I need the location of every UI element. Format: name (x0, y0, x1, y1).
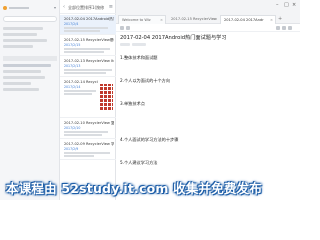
note-paragraph[interactable]: 3.单独技术点 (120, 101, 145, 107)
note-snippet (64, 131, 108, 133)
note-paragraph[interactable]: 4.个人面试的学习方法的十步骤 (120, 137, 178, 143)
sidebar-search-input[interactable] (3, 16, 57, 22)
close-icon[interactable]: × (270, 18, 273, 22)
close-window-icon[interactable]: × (292, 2, 296, 8)
tab-welcome[interactable]: Welcome to Wiz × (118, 15, 166, 24)
note-date: 2017/2/4 (64, 22, 79, 26)
note-list-item[interactable]: 2017-02-14 RecyclerView 基础使用 2017/2/14 (60, 78, 116, 118)
tab-bar: – □ × Welcome to Wiz × 2017-02-15 Recycl… (116, 0, 300, 24)
maximize-icon[interactable]: □ (284, 2, 289, 8)
note-list-header: ‹ 全部位置排序1(按修 ≡ (60, 0, 116, 14)
sidebar-header: ▾ (3, 5, 57, 12)
note-thumbnail-image (100, 84, 113, 110)
note-title-heading[interactable]: 2017-02-04 2017Android热门面试题与学习 (120, 34, 296, 41)
note-date: 2017/2/9 (64, 147, 79, 151)
note-snippet (64, 30, 100, 32)
note-paragraph[interactable]: 2.个人以为面试的十个方向 (120, 78, 170, 84)
sidebar-item-selected[interactable] (3, 64, 51, 67)
note-date: 2017/2/15 (64, 43, 81, 47)
note-snippet (64, 152, 110, 154)
sidebar-item[interactable] (3, 33, 37, 36)
sidebar: ▾ (0, 0, 60, 200)
sidebar-item[interactable] (3, 76, 45, 79)
note-date: 2017/2/14 (64, 85, 81, 89)
close-icon[interactable]: × (160, 18, 163, 22)
meta-tag (120, 43, 130, 46)
note-snippet (64, 48, 110, 50)
sidebar-section-divider (3, 56, 57, 61)
note-list-item[interactable]: 2017-02-04 2017Android热门面试与学习 2017/2/4 (60, 15, 116, 35)
tab-recyclerview[interactable]: 2017-02-15 RecyclerView × (168, 15, 218, 24)
sidebar-item[interactable] (3, 39, 47, 42)
sidebar-item[interactable] (3, 27, 43, 30)
user-avatar[interactable] (3, 6, 7, 10)
tab-label: 2017-02-15 RecyclerView (171, 17, 217, 21)
sort-icon[interactable]: ≡ (109, 4, 113, 10)
note-snippet (64, 93, 92, 95)
meta-tag (132, 43, 146, 46)
note-date: 2017/2/13 (64, 64, 81, 68)
note-list-item[interactable]: 2017-02-09 RecyclerView 学习 2017/2/9 (60, 140, 116, 160)
minimize-icon[interactable]: – (276, 2, 279, 8)
editor-toolbar (116, 24, 300, 32)
note-snippet (64, 51, 104, 53)
sidebar-account-bar (9, 7, 29, 9)
note-snippet (64, 72, 106, 74)
note-snippet (64, 27, 108, 29)
sidebar-item[interactable] (3, 82, 31, 85)
share-icon[interactable] (126, 26, 130, 30)
note-title: 2017-02-13 RecyclerView ItemDecoration (64, 59, 114, 63)
note-list-item[interactable]: 2017-02-10 RecyclerView 复杂布局 2017/2/10 (60, 119, 116, 139)
sidebar-item[interactable] (3, 45, 33, 48)
note-date: 2017/2/10 (64, 126, 81, 130)
chevron-down-icon[interactable]: ▾ (54, 5, 56, 10)
chevron-left-icon[interactable]: ‹ (63, 4, 65, 10)
note-snippet (64, 155, 94, 157)
note-snippet (64, 69, 112, 71)
note-meta (120, 43, 296, 47)
more-icon[interactable] (288, 26, 292, 30)
tab-label: Welcome to Wiz (122, 18, 151, 22)
tab-active-note[interactable]: 2017-02-04 2017Andr × (220, 15, 276, 24)
note-list-item[interactable]: 2017-02-13 RecyclerView ItemDecoration 2… (60, 57, 116, 77)
sidebar-item[interactable] (3, 70, 41, 73)
note-list: ‹ 全部位置排序1(按修 ≡ 2017-02-04 2017Android热门面… (60, 0, 116, 200)
sidebar-item[interactable] (3, 88, 39, 91)
note-paragraph[interactable]: 1.整体技术和面试题 (120, 55, 158, 61)
note-list-item[interactable]: 2017-02-15 RecyclerView基础优化 2017/2/15 (60, 36, 116, 56)
note-list-title: 全部位置排序1(按修 (68, 5, 105, 10)
edit-icon[interactable] (120, 26, 124, 30)
watermark-text: 本课程由 52study.it.com 收集并免费发布 (6, 181, 263, 196)
attachment-icon[interactable] (282, 26, 286, 30)
tag-icon[interactable] (276, 26, 280, 30)
add-tab-icon[interactable]: + (278, 16, 282, 22)
close-icon[interactable]: × (213, 17, 216, 21)
note-paragraph[interactable]: 5.个人建议学习方法 (120, 160, 158, 166)
tab-label: 2017-02-04 2017Andr (224, 18, 264, 22)
editor-pane: – □ × Welcome to Wiz × 2017-02-15 Recycl… (116, 0, 300, 200)
note-snippet (64, 134, 102, 136)
note-snippet (64, 90, 96, 92)
